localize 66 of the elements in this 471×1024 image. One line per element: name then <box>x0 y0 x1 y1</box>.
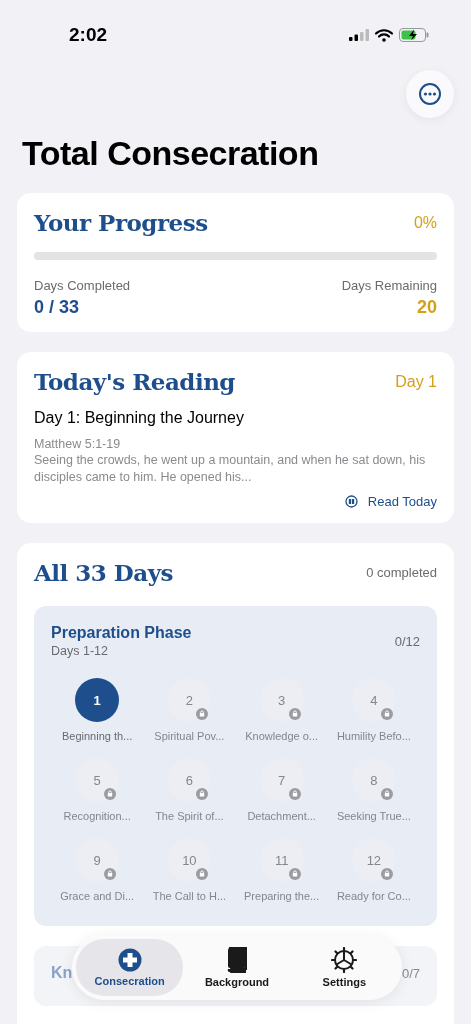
day-label: Day 1 <box>395 372 437 391</box>
day-button[interactable]: 10 <box>167 838 212 882</box>
phase-title: Kn <box>51 964 73 982</box>
stat-value: 20 <box>416 297 437 318</box>
day-button[interactable]: 9 <box>75 838 120 882</box>
lock-icon <box>104 868 117 880</box>
read-today-link[interactable]: Read Today <box>344 494 437 509</box>
lock-icon <box>288 708 301 720</box>
day-button[interactable]: 12 <box>351 838 396 882</box>
lock-icon <box>380 868 393 880</box>
tab[interactable]: Settings <box>290 939 398 996</box>
day-button[interactable]: 2 <box>167 678 212 722</box>
lock-icon <box>196 868 209 880</box>
more-button[interactable] <box>406 70 454 118</box>
phase-count: 0/7 <box>401 965 420 981</box>
day-button[interactable]: 7 <box>259 758 304 802</box>
day-title: Seeking True... <box>336 810 411 822</box>
stat-value: 0 / 33 <box>34 297 81 318</box>
scripture-reference: Matthew 5:1-19 <box>34 437 122 451</box>
page-title: Total Consecration <box>22 134 320 173</box>
phase-range: Days 1-12 <box>51 644 109 658</box>
card-title: Your Progress <box>34 209 208 236</box>
lock-icon <box>196 708 209 720</box>
lock-icon <box>288 868 301 880</box>
day-button[interactable]: 4 <box>351 678 396 722</box>
day-title: Recognition... <box>63 810 131 822</box>
completed-count: 0 completed <box>366 565 437 580</box>
signal-icon <box>349 29 369 41</box>
day-title: The Spirit of... <box>155 810 224 822</box>
percent-label: 0% <box>413 213 437 232</box>
day-title: Spiritual Pov... <box>154 730 225 742</box>
lock-icon <box>104 788 117 800</box>
day-button[interactable]: 11 <box>259 838 304 882</box>
tab[interactable]: Background <box>183 939 291 996</box>
stat-label: Days Remaining <box>341 278 437 293</box>
settings-icon <box>331 947 358 973</box>
card-title: All 33 Days <box>34 559 173 586</box>
tab[interactable]: Consecration <box>76 939 184 996</box>
battery-icon <box>399 28 429 42</box>
day-button[interactable]: 8 <box>351 758 396 802</box>
stat-label: Days Completed <box>34 278 131 293</box>
day-title: Detachment... <box>247 810 316 822</box>
status-time: 2:02 <box>69 24 108 46</box>
day-title: Humility Befo... <box>336 730 411 742</box>
day-button[interactable]: 1 <box>75 678 120 722</box>
day-title: Preparing the... <box>244 890 320 902</box>
lock-icon <box>380 788 393 800</box>
day-title: Ready for Co... <box>336 890 411 902</box>
day-title: Knowledge o... <box>245 730 318 742</box>
card-title: Today's Reading <box>34 368 235 395</box>
day-title: Beginning th... <box>61 730 133 742</box>
more-icon <box>418 82 442 106</box>
day-button[interactable]: 6 <box>167 758 212 802</box>
wifi-icon <box>375 28 393 42</box>
lock-icon <box>196 788 209 800</box>
day-button[interactable]: 3 <box>259 678 304 722</box>
phase-count: 0/12 <box>394 633 420 649</box>
lock-icon <box>380 708 393 720</box>
day-title: Grace and Di... <box>60 890 135 902</box>
reading-title: Day 1: Beginning the Journey <box>34 409 245 427</box>
lock-icon <box>288 788 301 800</box>
day-button[interactable]: 5 <box>75 758 120 802</box>
cross-icon <box>117 948 142 972</box>
phase-title: Preparation Phase <box>51 624 192 642</box>
reading-excerpt: Seeing the crowds, he went up a mountain, and when he sat down, his disciples came to him. He opened his... <box>34 452 427 486</box>
day-title: The Call to H... <box>152 890 227 902</box>
